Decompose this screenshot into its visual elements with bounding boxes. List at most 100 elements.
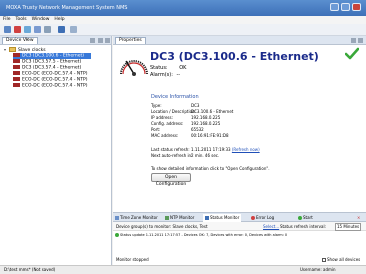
properties-header: Properties <box>113 36 366 45</box>
start-icon <box>298 216 302 220</box>
properties-panel: Properties DC3 (DC3.100.6 - Ethernet) St… <box>113 36 366 238</box>
alarms-row: Alarm(s): -- <box>150 72 180 78</box>
status-log-text: Status update 1.11.2011 17:17:57 - Devic… <box>120 233 288 237</box>
clock-gauge-icon <box>120 60 148 76</box>
device-view-panel: Device View × ▾ Slave clocks DC3 (DC3.100… <box>0 36 112 265</box>
tree-item-label: DC3 (DC3.57.4 - Ethernet) <box>22 65 82 71</box>
filter-label: Device group(s) to monitor: <box>116 224 172 229</box>
info-value: DC3 <box>191 103 200 108</box>
panel-restore-icon[interactable] <box>105 38 110 43</box>
monitor-panel-body: Time Zone Monitor NTP Monitor Status Mon… <box>113 212 366 265</box>
open-configuration-button[interactable]: Open Configuration <box>151 173 191 187</box>
tree-item-label: ECO-DC (ECO-DC.57.4 - NTP) <box>22 83 88 89</box>
menu-bar: File Tools Window Help <box>0 16 366 24</box>
status-value: OK <box>179 65 187 71</box>
info-value: 00:16:91:FE:91:D8 <box>191 133 229 138</box>
tab-error-log[interactable]: Error Log <box>251 214 274 222</box>
info-value: 65532 <box>191 127 204 132</box>
title-bar: MOXA Trusty Network Management System NM… <box>0 0 366 16</box>
device-icon <box>13 71 20 75</box>
panel-minimize-icon[interactable] <box>351 38 356 43</box>
menu-help[interactable]: Help <box>51 16 66 24</box>
close-icon[interactable] <box>352 3 361 11</box>
info-value: 192.168.0.225 <box>191 121 221 126</box>
statusbar-user: Username: admin <box>300 267 336 272</box>
section-title-device-info: Device Information <box>151 94 199 100</box>
device-icon <box>13 53 20 57</box>
next-refresh-value: 2 min. 46 sec. <box>191 153 220 158</box>
status-log-row: Status update 1.11.2011 17:17:57 - Devic… <box>115 232 287 238</box>
ok-icon <box>115 233 119 237</box>
dropdown-icon[interactable] <box>70 26 77 33</box>
tree-item-device[interactable]: ECO-DC (ECO-DC.57.4 - NTP) <box>13 83 87 89</box>
new-icon[interactable] <box>4 26 11 33</box>
tree-item-label: DC3 (DC3.57.5 - Ethernet) <box>22 59 82 65</box>
tab-label: Error Log <box>256 215 275 220</box>
search-icon[interactable] <box>34 26 41 33</box>
tab-properties[interactable]: Properties <box>115 37 146 44</box>
tree-item-label: ECO-DC (ECO-DC.57.4 - NTP) <box>22 77 88 83</box>
checkbox[interactable] <box>322 258 326 262</box>
info-value: DC3.100.6 - Ethernet <box>191 109 234 114</box>
panel-maximize-icon[interactable] <box>98 38 103 43</box>
status-bar: D:\test mms* (Not saved) Username: admin <box>0 265 366 274</box>
tab-label: Time Zone Monitor <box>120 215 158 220</box>
folder-icon <box>9 47 16 52</box>
start-label: Start <box>303 215 313 220</box>
alarms-value: -- <box>176 72 181 78</box>
settings-icon[interactable] <box>44 26 51 33</box>
toolbar <box>0 24 366 36</box>
ntp-icon <box>165 216 169 220</box>
device-icon <box>13 65 20 69</box>
maximize-icon[interactable] <box>341 3 350 11</box>
next-refresh-label: Next auto-refresh in: <box>151 153 193 158</box>
tab-close-icon[interactable]: × <box>25 37 29 43</box>
tab-device-view[interactable]: Device View <box>2 37 38 44</box>
menu-window[interactable]: Window <box>29 16 52 24</box>
select-link[interactable]: Select... <box>263 222 279 231</box>
start-button[interactable]: Start <box>298 214 313 222</box>
checkbox-label: Show all devices <box>327 257 361 262</box>
monitor-state: Monitor stopped <box>116 257 149 262</box>
tab-label: Status Monitor <box>210 215 240 220</box>
info-key: MAC address: <box>151 133 179 138</box>
minimize-icon[interactable] <box>330 3 339 11</box>
tab-status-monitor[interactable]: Status Monitor <box>203 214 242 222</box>
tree-item-label: DC3 (DC3.100.6 - Ethernet) <box>22 53 85 59</box>
check-icon <box>345 47 359 60</box>
panel-minimize-icon[interactable] <box>90 38 95 43</box>
monitor-icon[interactable] <box>58 26 65 33</box>
refresh-interval-select[interactable]: 15 Minutes <box>335 223 362 231</box>
info-row: MAC address: 00:16:91:FE:91:D8 <box>151 133 229 139</box>
statusbar-file: D:\test mms* (Not saved) <box>4 267 56 272</box>
show-all-devices-toggle[interactable]: Show all devices <box>322 257 360 262</box>
refresh-icon[interactable] <box>24 26 31 33</box>
last-refresh-value: 1.11.2011 17:19:33 <box>191 147 231 152</box>
info-value: 192.168.0.225 <box>191 115 221 120</box>
clock-icon <box>115 216 119 220</box>
close-panel-icon[interactable]: × <box>357 214 360 222</box>
next-refresh-row: Next auto-refresh in:2 min. 46 sec. <box>151 153 219 159</box>
refresh-now-link[interactable]: (Refresh now) <box>232 147 260 152</box>
error-icon <box>251 216 255 220</box>
filter-value: Slave clocks, Test <box>172 224 208 229</box>
device-icon <box>13 83 20 87</box>
alarms-label: Alarm(s): <box>150 72 173 78</box>
panel-maximize-icon[interactable] <box>358 38 363 43</box>
tab-time-zone-monitor[interactable]: Time Zone Monitor <box>115 214 158 222</box>
status-row: Status: OK <box>150 65 186 71</box>
tab-ntp-monitor[interactable]: NTP Monitor <box>165 214 194 222</box>
delete-icon[interactable] <box>14 26 21 33</box>
tab-label: NTP Monitor <box>170 215 195 220</box>
device-icon <box>13 77 20 81</box>
menu-tools[interactable]: Tools <box>13 16 29 24</box>
status-label: Status: <box>150 65 168 71</box>
device-view-header: Device View × <box>0 36 111 45</box>
device-title: DC3 (DC3.100.6 - Ethernet) <box>150 50 319 63</box>
monitor-filter-row: Device group(s) to monitor: Slave clocks… <box>113 222 366 231</box>
menu-file[interactable]: File <box>0 16 13 24</box>
refresh-interval-label: Status refresh interval: <box>280 224 326 229</box>
monitor-tabs: Time Zone Monitor NTP Monitor Status Mon… <box>113 213 366 222</box>
config-note: To show detailed information click to "O… <box>151 166 270 171</box>
monitor-icon <box>205 216 209 220</box>
